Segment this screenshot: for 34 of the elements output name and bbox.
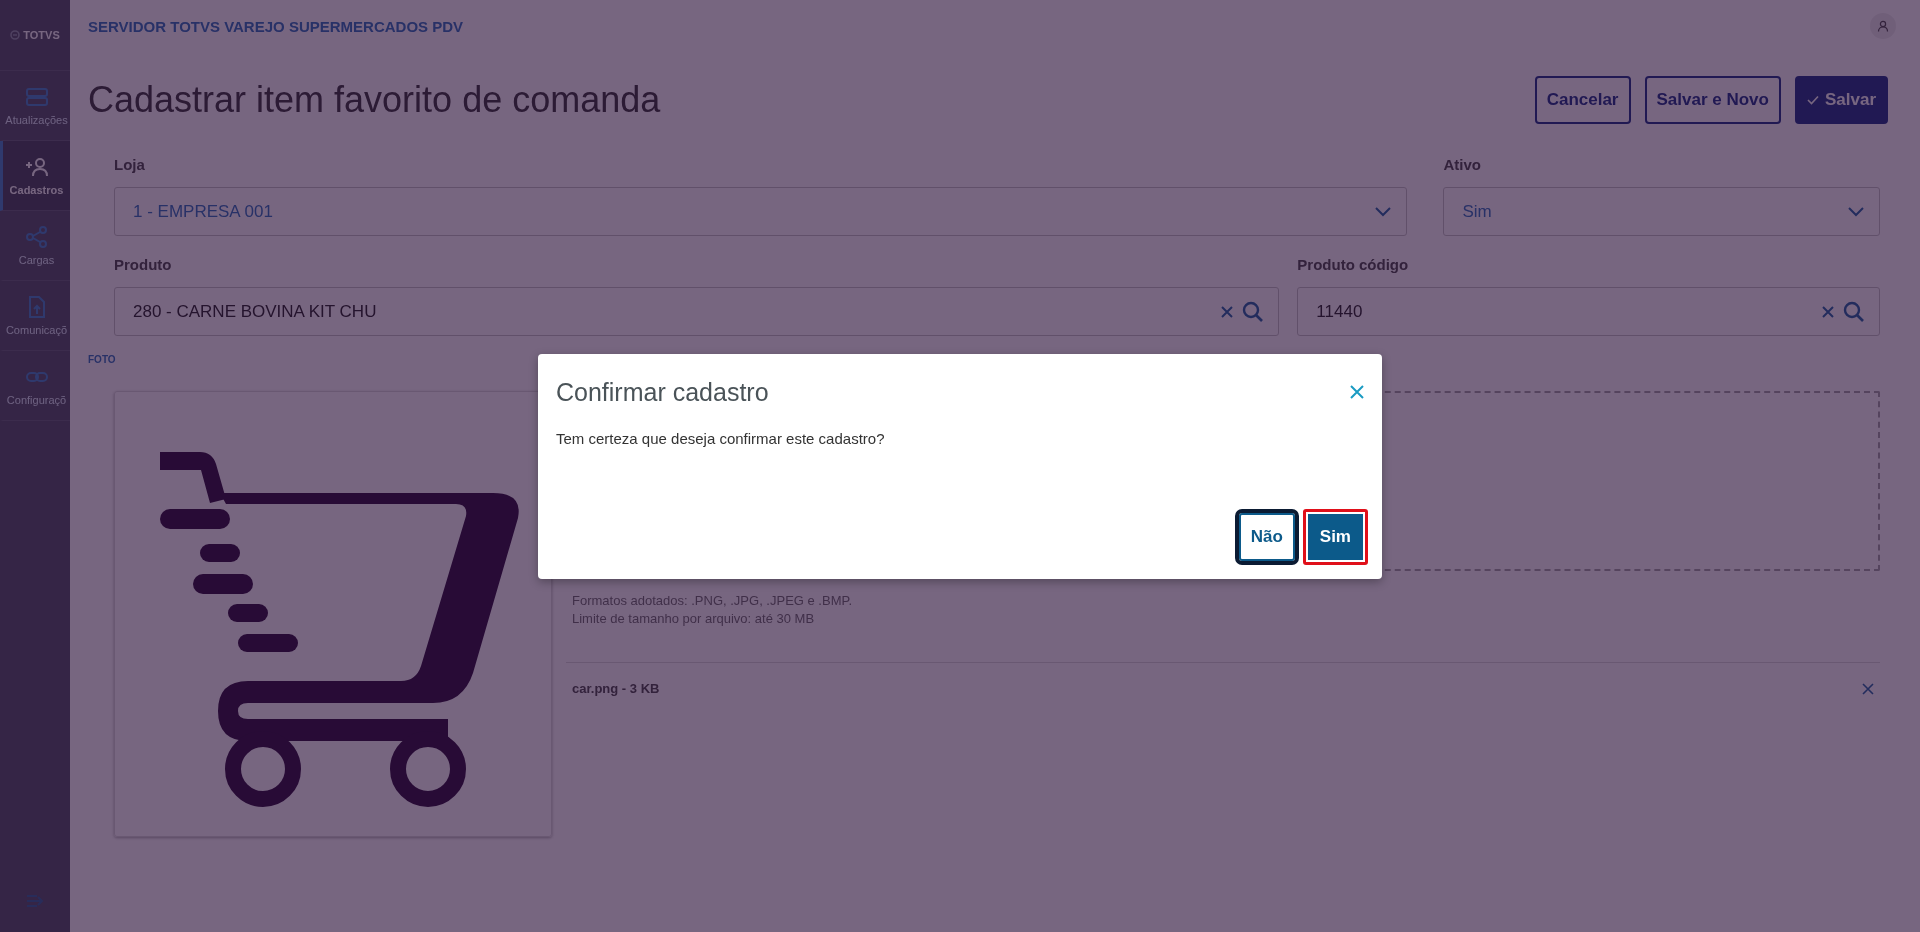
lookup-field[interactable]: 280 - CARNE BOVINA KIT CHU: [114, 287, 1280, 336]
dialog-title: Confirmar cadastro: [556, 377, 769, 407]
check-icon: [1806, 95, 1819, 105]
app-title: SERVIDOR TOTVS VAREJO SUPERMERCADOS PDV: [88, 17, 464, 35]
select-field[interactable]: Sim: [1443, 187, 1880, 236]
logo-icon: [10, 30, 21, 40]
dialog-message: Tem certeza que deseja confirmar este cadastro?: [556, 430, 886, 447]
select-field[interactable]: 1 - EMPRESA 001: [114, 187, 1408, 236]
user-plus-icon: [24, 155, 49, 178]
confirm-button[interactable]: Sim: [1302, 509, 1368, 565]
search-icon[interactable]: [1843, 300, 1865, 323]
search-icon[interactable]: [1242, 300, 1265, 323]
field-label: Loja: [114, 156, 146, 173]
logo: TOTVS: [0, 0, 70, 71]
user-avatar-button[interactable]: [1870, 13, 1896, 39]
action-button[interactable]: Cancelar: [1534, 76, 1631, 124]
clear-icon[interactable]: [1220, 304, 1235, 319]
chevron-down-icon: [1374, 205, 1393, 218]
page-title: Cadastrar item favorito de comanda: [88, 79, 661, 121]
server-icon: [24, 85, 49, 108]
lookup-field[interactable]: 11440: [1297, 287, 1880, 336]
section-label: FOTO: [88, 354, 117, 365]
clear-icon[interactable]: [1821, 304, 1835, 319]
chevron-down-icon: [1847, 205, 1865, 218]
remove-icon[interactable]: [1862, 682, 1874, 695]
save-button[interactable]: Salvar: [1794, 76, 1888, 124]
share-icon: [24, 225, 49, 248]
field-label: Produto código: [1297, 256, 1410, 273]
user-icon: [1877, 20, 1889, 32]
field-label: Produto: [114, 256, 173, 273]
file-name: car.png - 3 KB: [572, 681, 660, 696]
sidebar-item[interactable]: Cadastros: [0, 141, 70, 211]
field-label: Ativo: [1443, 156, 1482, 173]
action-button[interactable]: Salvar e Novo: [1644, 76, 1781, 124]
